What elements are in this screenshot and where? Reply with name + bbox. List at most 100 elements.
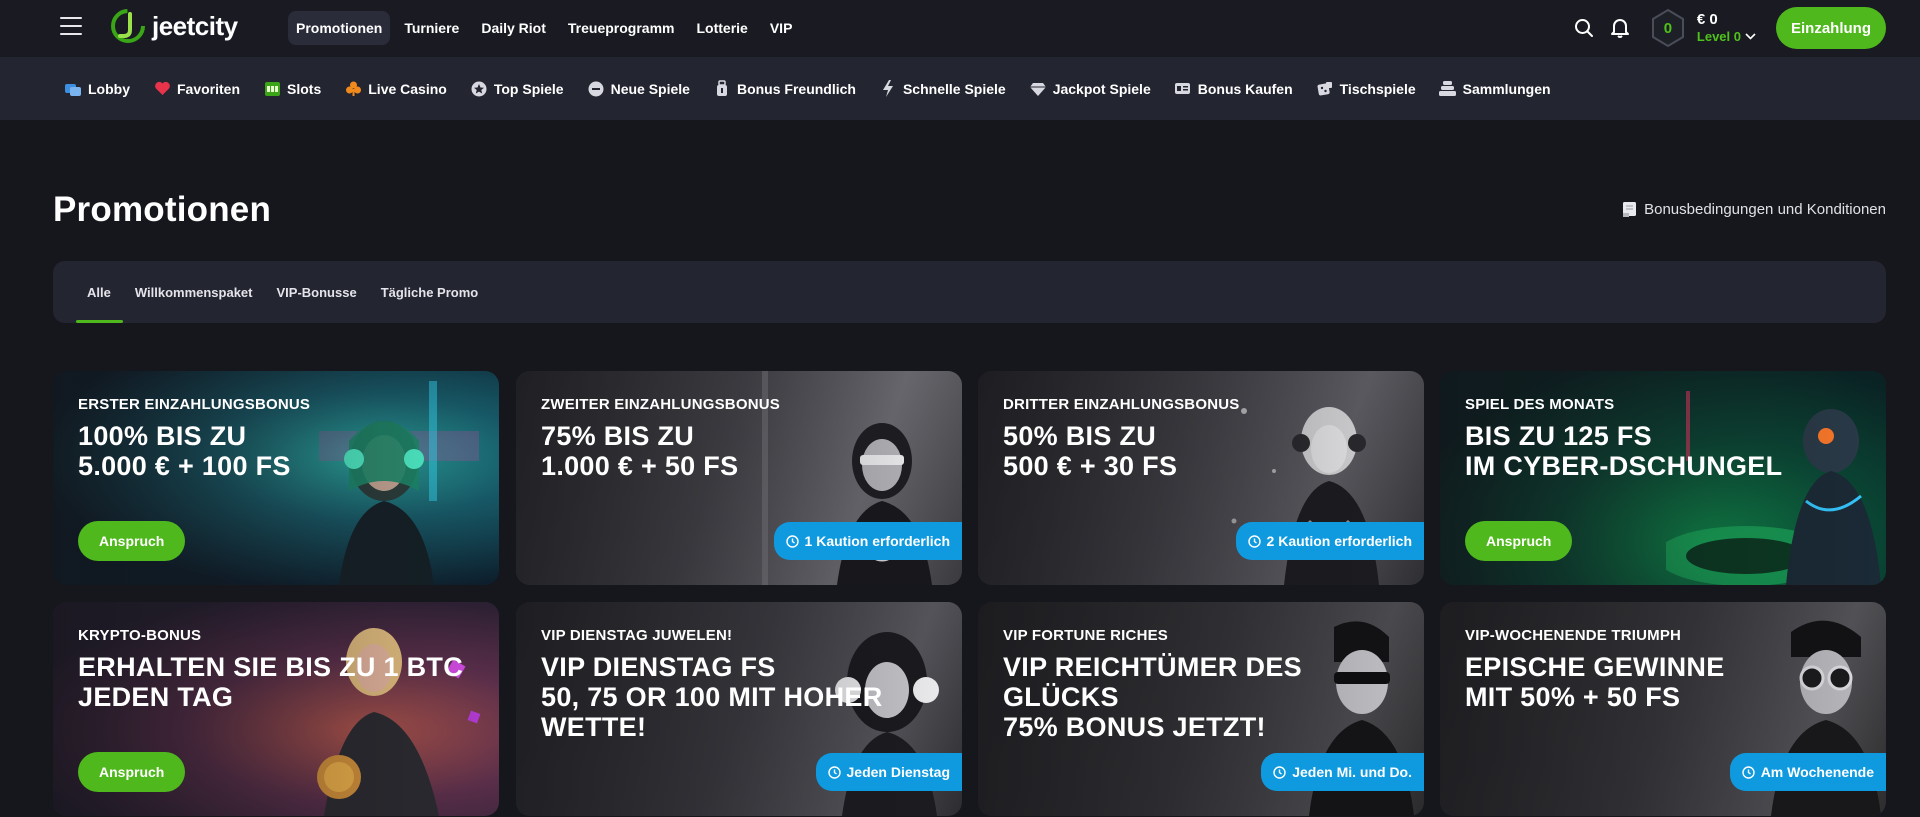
wallet-dropdown[interactable]: € 0 Level 0 — [1697, 11, 1756, 45]
nav-vip[interactable]: VIP — [762, 11, 801, 45]
terms-link-label: Bonusbedingungen und Konditionen — [1644, 201, 1886, 218]
category-label: Live Casino — [368, 80, 447, 97]
promo-filter-tabs: Alle Willkommenspaket VIP-Bonusse Täglic… — [53, 261, 1886, 323]
promo-headline: EPISCHE GEWINNE MIT 50% + 50 FS — [1465, 652, 1725, 712]
tab-willkommenspaket[interactable]: Willkommenspaket — [123, 261, 265, 323]
category-lobby[interactable]: Lobby — [64, 80, 130, 98]
dice-icon — [1316, 80, 1334, 98]
requirement-tag-label: 2 Kaution erforderlich — [1266, 533, 1412, 549]
nav-treueprogramm[interactable]: Treueprogramm — [560, 11, 683, 45]
bonus-icon — [713, 80, 731, 98]
top-bar: jeetcity Promotionen Turniere Daily Riot… — [0, 0, 1920, 57]
promo-headline: ERHALTEN SIE BIS ZU 1 BTC JEDEN TAG — [78, 652, 464, 712]
promo-eyebrow: ERSTER EINZAHLUNGSBONUS — [78, 396, 311, 413]
promo-headline: BIS ZU 125 FS IM CYBER-DSCHUNGEL — [1465, 421, 1783, 481]
terms-link[interactable]: Bonusbedingungen und Konditionen — [1621, 201, 1886, 218]
category-label: Favoriten — [177, 80, 241, 97]
logo-text: jeetcity — [152, 10, 238, 41]
balance: € 0 — [1696, 11, 1718, 28]
promo-headline: VIP DIENSTAG FS 50, 75 OR 100 MIT HOHER … — [541, 652, 883, 742]
claim-button[interactable]: Anspruch — [1465, 521, 1573, 561]
ticket-icon — [1174, 80, 1192, 98]
category-bonus-freundlich[interactable]: Bonus Freundlich — [713, 80, 856, 98]
promo-headline: 50% BIS ZU 500 € + 30 FS — [1003, 421, 1178, 481]
promo-eyebrow: DRITTER EINZAHLUNGSBONUS — [1003, 396, 1240, 413]
menu-icon[interactable] — [60, 17, 82, 35]
search-icon[interactable] — [1572, 16, 1596, 40]
category-bar: Lobby Favoriten Slots Live Casino Top Sp… — [0, 57, 1920, 120]
nav-daily-riot[interactable]: Daily Riot — [473, 11, 554, 45]
stack-icon — [1439, 80, 1457, 98]
promo-card[interactable]: ZWEITER EINZAHLUNGSBONUS 75% BIS ZU 1.00… — [516, 371, 962, 585]
category-jackpot-spiele[interactable]: Jackpot Spiele — [1029, 80, 1151, 98]
tab-taegliche-promo[interactable]: Tägliche Promo — [369, 261, 491, 323]
schedule-tag: Jeden Dienstag — [815, 753, 962, 791]
claim-button[interactable]: Anspruch — [78, 521, 186, 561]
category-tischspiele[interactable]: Tischspiele — [1316, 80, 1416, 98]
category-neue-spiele[interactable]: Neue Spiele — [587, 80, 690, 98]
category-label: Bonus Freundlich — [736, 80, 856, 97]
claim-button[interactable]: Anspruch — [78, 752, 186, 792]
category-label: Lobby — [88, 80, 130, 97]
promo-eyebrow: VIP-WOCHENENDE TRIUMPH — [1465, 627, 1682, 644]
promo-eyebrow: SPIEL DES MONATS — [1465, 396, 1615, 413]
schedule-tag: Jeden Mi. und Do. — [1261, 753, 1424, 791]
category-label: Sammlungen — [1462, 80, 1551, 97]
schedule-tag: Am Wochenende — [1729, 753, 1886, 791]
clock-icon — [785, 534, 799, 548]
level-badge[interactable]: 0 — [1650, 8, 1686, 48]
clock-icon — [1741, 765, 1755, 779]
lobby-icon — [64, 80, 82, 98]
scroll-icon — [1623, 202, 1637, 217]
tab-alle[interactable]: Alle — [76, 261, 123, 323]
category-label: Neue Spiele — [610, 80, 690, 97]
promo-card[interactable]: ERSTER EINZAHLUNGSBONUS 100% BIS ZU 5.00… — [53, 371, 499, 585]
promo-card[interactable]: VIP DIENSTAG JUWELEN! VIP DIENSTAG FS 50… — [516, 602, 962, 816]
level-badge-number: 0 — [1663, 19, 1673, 37]
star-icon — [470, 80, 488, 98]
category-top-spiele[interactable]: Top Spiele — [470, 80, 564, 98]
nav-turniere[interactable]: Turniere — [396, 11, 467, 45]
category-label: Slots — [287, 80, 322, 97]
account-area: 0 € 0 Level 0 Einzahlung — [1572, 6, 1886, 50]
promo-card[interactable]: VIP-WOCHENENDE TRIUMPH EPISCHE GEWINNE M… — [1440, 602, 1886, 816]
requirement-tag-label: 1 Kaution erforderlich — [804, 533, 950, 549]
category-label: Jackpot Spiele — [1052, 80, 1151, 97]
category-label: Top Spiele — [493, 80, 564, 97]
category-schnelle-spiele[interactable]: Schnelle Spiele — [879, 80, 1006, 98]
lightning-icon — [879, 80, 897, 98]
bell-icon[interactable] — [1608, 16, 1632, 40]
level-label-row: Level 0 — [1697, 28, 1756, 45]
category-sammlungen[interactable]: Sammlungen — [1439, 80, 1551, 98]
clock-icon — [1273, 765, 1286, 779]
deposit-button[interactable]: Einzahlung — [1776, 7, 1886, 49]
category-favoriten[interactable]: Favoriten — [153, 80, 240, 98]
tab-vip-bonusse[interactable]: VIP-Bonusse — [265, 261, 369, 323]
schedule-tag-label: Jeden Dienstag — [846, 764, 950, 780]
category-live-casino[interactable]: Live Casino — [344, 80, 447, 98]
category-label: Tischspiele — [1339, 80, 1416, 97]
promo-card[interactable]: DRITTER EINZAHLUNGSBONUS 50% BIS ZU 500 … — [978, 371, 1424, 585]
promo-card[interactable]: KRYPTO-BONUS ERHALTEN SIE BIS ZU 1 BTC J… — [53, 602, 499, 816]
nav-lotterie[interactable]: Lotterie — [689, 11, 756, 45]
slots-icon — [263, 80, 281, 98]
promo-eyebrow: ZWEITER EINZAHLUNGSBONUS — [541, 396, 780, 413]
main-nav: Promotionen Turniere Daily Riot Treuepro… — [288, 11, 800, 45]
new-icon — [587, 80, 605, 98]
level-label: Level 0 — [1696, 29, 1741, 44]
logo[interactable]: jeetcity — [110, 8, 238, 44]
promo-headline: 75% BIS ZU 1.000 € + 50 FS — [541, 421, 739, 481]
category-bonus-kaufen[interactable]: Bonus Kaufen — [1174, 80, 1293, 98]
promo-headline: 100% BIS ZU 5.000 € + 100 FS — [78, 421, 291, 481]
promo-eyebrow: VIP FORTUNE RICHES — [1003, 627, 1169, 644]
club-icon — [344, 80, 362, 98]
category-label: Schnelle Spiele — [902, 80, 1006, 97]
category-slots[interactable]: Slots — [263, 80, 321, 98]
page-title: Promotionen — [53, 190, 272, 229]
nav-promotionen[interactable]: Promotionen — [288, 11, 391, 45]
promo-eyebrow: KRYPTO-BONUS — [78, 627, 202, 644]
category-label: Bonus Kaufen — [1197, 80, 1293, 97]
promo-headline: VIP REICHTÜMER DES GLÜCKS 75% BONUS JETZ… — [1003, 652, 1302, 742]
promo-card[interactable]: SPIEL DES MONATS BIS ZU 125 FS IM CYBER-… — [1440, 371, 1886, 585]
promo-card[interactable]: VIP FORTUNE RICHES VIP REICHTÜMER DES GL… — [978, 602, 1424, 816]
